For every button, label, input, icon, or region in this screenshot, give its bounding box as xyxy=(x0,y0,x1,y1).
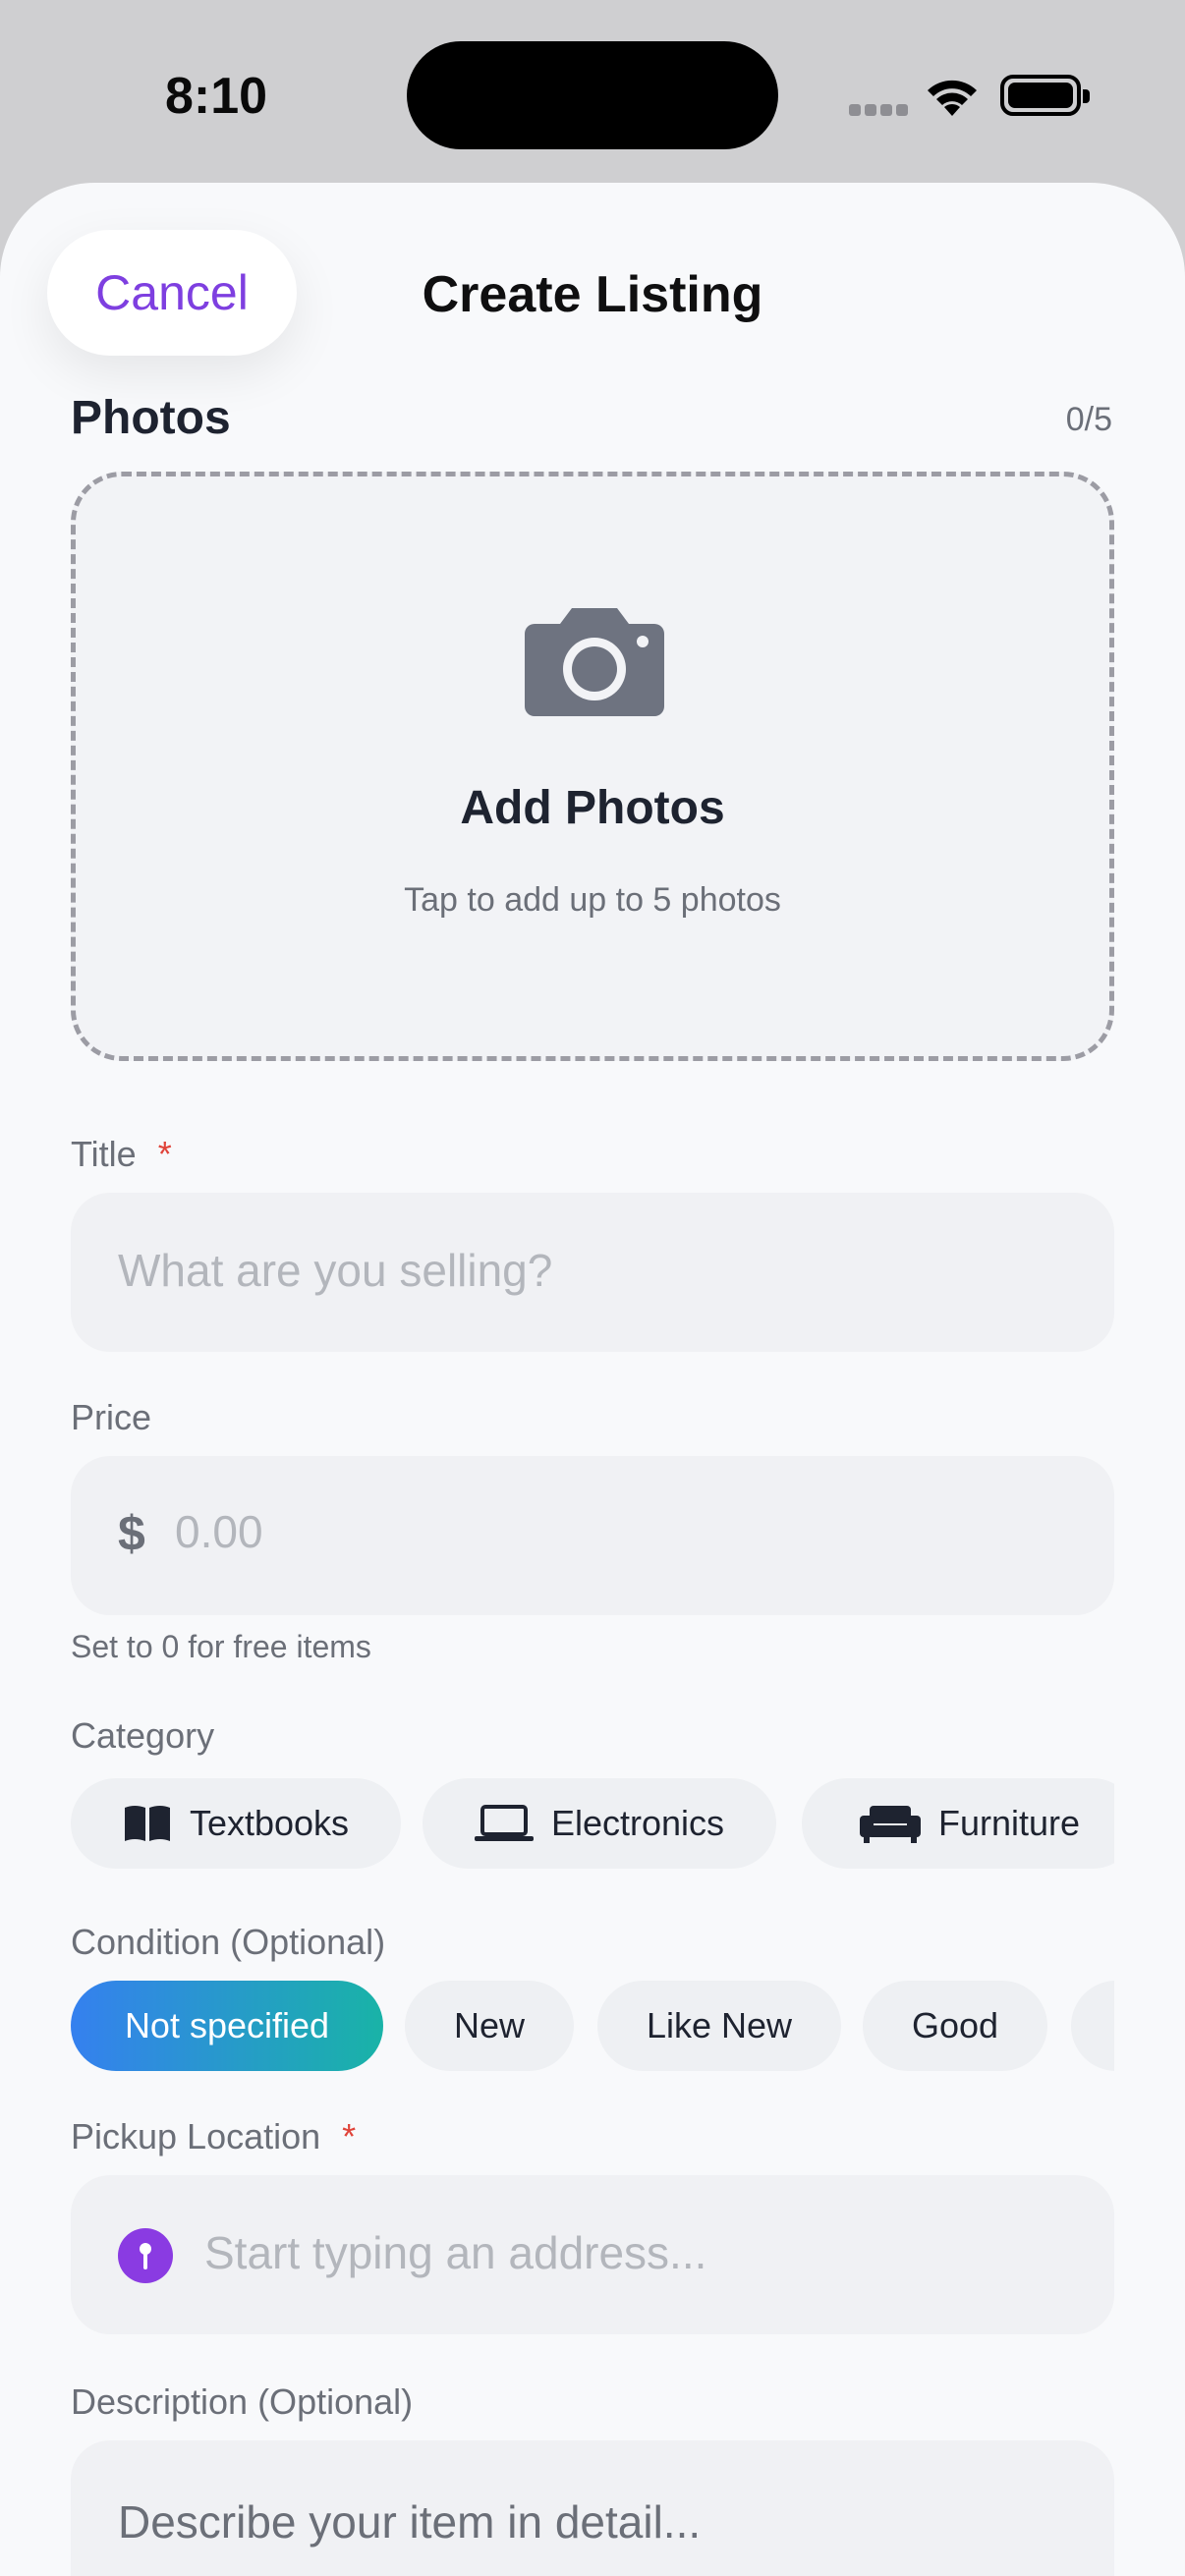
category-chip-row: Textbooks Electronics Furniture xyxy=(71,1778,1114,1869)
category-chip-label: Electronics xyxy=(550,1803,725,1843)
description-input[interactable]: Describe your item in detail... xyxy=(71,2440,1114,2576)
status-bar: 8:10 xyxy=(0,0,1185,187)
title-placeholder: What are you selling? xyxy=(118,1245,553,1296)
page-title: Create Listing xyxy=(422,266,763,323)
pickup-placeholder: Start typing an address... xyxy=(204,2227,707,2278)
sofa-icon xyxy=(859,1806,921,1843)
dynamic-island xyxy=(407,41,778,149)
cellular-signal-icon xyxy=(849,104,908,118)
wifi-icon xyxy=(928,80,977,116)
pickup-label: Pickup Location * xyxy=(71,2116,356,2157)
book-icon xyxy=(124,1806,170,1841)
location-pin-icon xyxy=(118,2228,173,2283)
add-photos-hint: Tap to add up to 5 photos xyxy=(404,881,781,919)
title-label: Title * xyxy=(71,1134,172,1175)
category-label: Category xyxy=(71,1715,215,1756)
condition-chip-new[interactable]: New xyxy=(405,1981,574,2071)
currency-symbol: $ xyxy=(118,1506,145,1561)
pickup-location-input[interactable]: Start typing an address... xyxy=(71,2175,1114,2334)
add-photos-dropzone[interactable]: Add Photos Tap to add up to 5 photos xyxy=(71,472,1114,1061)
condition-chip-good[interactable]: Good xyxy=(863,1981,1047,2071)
condition-chip-not-specified[interactable]: Not specified xyxy=(71,1981,383,2071)
category-chip-textbooks[interactable]: Textbooks xyxy=(71,1778,401,1869)
category-chip-label: Textbooks xyxy=(189,1803,350,1843)
status-time: 8:10 xyxy=(165,68,268,125)
photos-count: 0/5 xyxy=(1065,401,1112,438)
category-chip-electronics[interactable]: Electronics xyxy=(423,1778,776,1869)
title-label-text: Title xyxy=(71,1134,137,1174)
price-hint: Set to 0 for free items xyxy=(71,1629,371,1664)
required-mark: * xyxy=(157,1134,172,1174)
condition-chip-more[interactable] xyxy=(1071,1981,1114,2071)
price-input[interactable]: $ 0.00 xyxy=(71,1456,1114,1615)
description-label: Description (Optional) xyxy=(71,2381,414,2422)
condition-chip-row: Not specified New Like New Good xyxy=(71,1981,1114,2071)
title-input[interactable]: What are you selling? xyxy=(71,1193,1114,1352)
pickup-label-text: Pickup Location xyxy=(71,2116,321,2156)
required-mark: * xyxy=(342,2116,357,2156)
add-photos-label: Add Photos xyxy=(460,782,725,834)
photos-section-title: Photos xyxy=(71,392,231,444)
category-chip-furniture[interactable]: Furniture xyxy=(802,1778,1114,1869)
condition-label: Condition (Optional) xyxy=(71,1922,386,1962)
price-placeholder: 0.00 xyxy=(175,1506,263,1557)
description-placeholder: Describe your item in detail... xyxy=(118,2496,702,2548)
battery-icon xyxy=(1000,75,1090,116)
camera-icon xyxy=(525,608,664,716)
category-chip-label: Furniture xyxy=(937,1803,1081,1843)
create-listing-sheet: Cancel Create Listing Photos 0/5 Add Pho… xyxy=(0,183,1185,2576)
condition-chip-like-new[interactable]: Like New xyxy=(597,1981,841,2071)
laptop-icon xyxy=(474,1805,534,1841)
price-label: Price xyxy=(71,1397,152,1437)
